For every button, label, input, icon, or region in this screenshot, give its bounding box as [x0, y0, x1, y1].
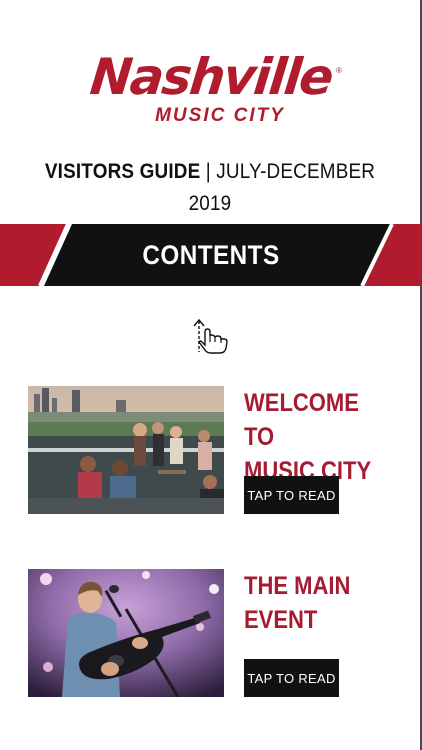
article-card: THE MAIN EVENT TAP TO READ — [28, 569, 394, 697]
headline-line-2: EVENT — [244, 606, 318, 634]
nashville-music-city-logo: Nashville ® MUSIC CITY — [80, 48, 342, 130]
article-card: WELCOME TO MUSIC CITY TAP TO READ — [28, 386, 394, 514]
logo-tagline-text: MUSIC CITY — [155, 105, 285, 126]
logo-wordmark: Nashville — [87, 48, 335, 106]
guide-edition: JULY-DECEMBER 2019 — [188, 160, 376, 215]
rooftop-party-photo[interactable] — [28, 386, 224, 514]
headline-line-1: WELCOME TO — [244, 389, 359, 451]
tap-to-read-button[interactable]: TAP TO READ — [244, 659, 339, 697]
headline-line-1: THE MAIN — [244, 572, 351, 600]
article-headline[interactable]: THE MAIN EVENT — [244, 569, 385, 637]
guide-header: VISITORS GUIDE | JULY-DECEMBER 2019 — [21, 156, 399, 220]
contents-banner: CONTENTS — [0, 224, 422, 286]
registered-mark: ® — [336, 66, 342, 75]
header-separator: | — [205, 160, 211, 183]
tap-to-read-button[interactable]: TAP TO READ — [244, 476, 339, 514]
swipe-up-icon — [190, 318, 230, 356]
guitarist-performance-photo[interactable] — [28, 569, 224, 697]
guide-title: VISITORS GUIDE — [44, 160, 201, 183]
logo-tagline: MUSIC CITY — [120, 106, 320, 126]
contents-heading: CONTENTS — [142, 240, 280, 270]
article-headline[interactable]: WELCOME TO MUSIC CITY — [244, 386, 385, 488]
